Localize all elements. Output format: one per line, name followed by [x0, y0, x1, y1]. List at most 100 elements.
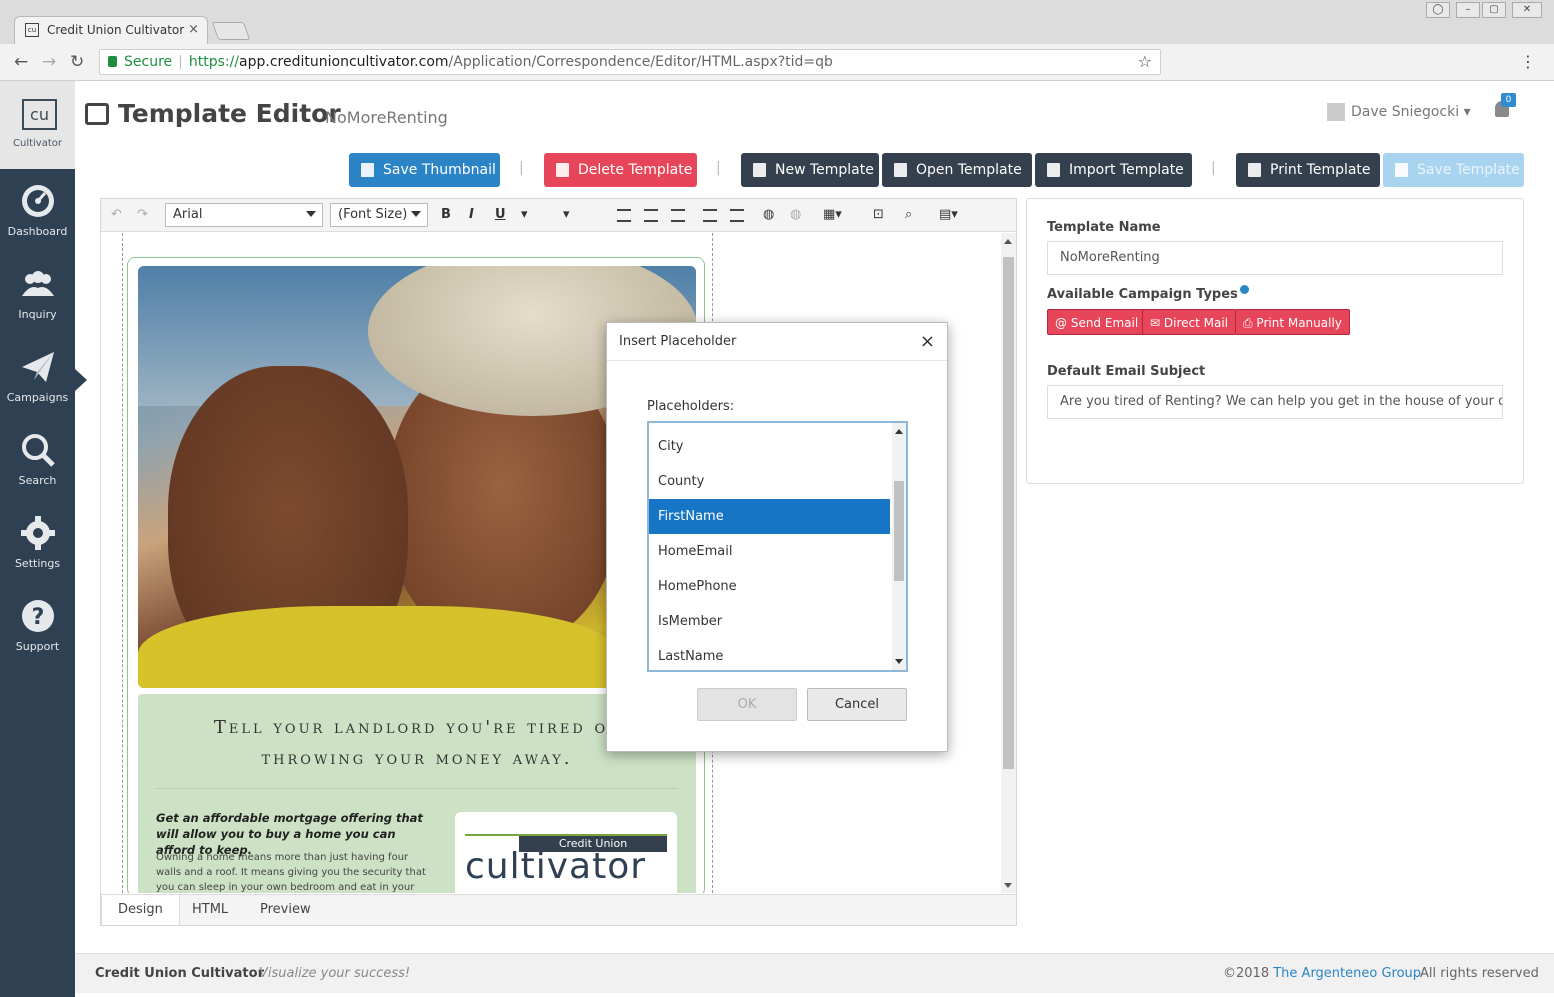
reload-icon[interactable]: ↻: [70, 52, 84, 72]
forward-icon[interactable]: →: [42, 52, 56, 72]
trash-icon: [556, 163, 569, 177]
insert-placeholder-icon[interactable]: ⊡: [873, 207, 884, 222]
bold-button[interactable]: B: [441, 207, 451, 222]
ok-button[interactable]: OK: [697, 688, 797, 721]
bell-icon[interactable]: 0: [1495, 93, 1516, 117]
cancel-button[interactable]: Cancel: [807, 688, 907, 721]
footer-copyright: ©2018 The Argenteneo Group: [1223, 966, 1422, 981]
list-item[interactable]: LastName: [649, 639, 890, 670]
bookmark-star-icon[interactable]: ☆: [1138, 50, 1152, 74]
list-item[interactable]: County: [649, 464, 890, 499]
company-link[interactable]: The Argenteneo Group: [1273, 966, 1421, 981]
notification-badge: 0: [1501, 93, 1516, 107]
new-tab-button[interactable]: [211, 22, 251, 40]
brand[interactable]: cu Cultivator: [0, 81, 75, 169]
direct-mail-button[interactable]: ✉ Direct Mail: [1142, 309, 1236, 335]
redo-icon[interactable]: ↷: [137, 207, 148, 222]
bullet-list-icon[interactable]: [703, 209, 717, 222]
snippets-icon[interactable]: ▤▾: [939, 207, 958, 222]
sidebar-item-search[interactable]: Search: [0, 432, 75, 512]
new-template-button[interactable]: New Template: [741, 153, 879, 187]
highlight-color-icon[interactable]: ▾: [521, 207, 528, 222]
import-template-button[interactable]: Import Template: [1035, 153, 1192, 187]
list-item[interactable]: HomePhone: [649, 569, 890, 604]
sidebar-item-dashboard[interactable]: Dashboard: [0, 183, 75, 263]
template-properties-panel: Template Name NoMoreRenting Available Ca…: [1026, 198, 1524, 484]
table-icon[interactable]: ▦▾: [823, 207, 842, 222]
search-icon: [21, 434, 55, 467]
scroll-up-icon[interactable]: [1004, 239, 1012, 244]
find-icon[interactable]: ⌕: [905, 207, 912, 222]
close-tab-icon[interactable]: ×: [188, 17, 199, 43]
print-template-button[interactable]: Print Template: [1236, 153, 1380, 187]
save-thumbnail-button[interactable]: Save Thumbnail: [349, 153, 500, 187]
scroll-down-icon[interactable]: [1004, 883, 1012, 888]
sidebar-item-settings[interactable]: Settings: [0, 515, 75, 595]
footer-rights: All rights reserved: [1420, 966, 1539, 981]
page-footer: Credit Union Cultivator Visualize your s…: [75, 953, 1554, 993]
template-name-input[interactable]: NoMoreRenting: [1047, 241, 1503, 275]
send-email-button[interactable]: @ Send Email: [1047, 309, 1147, 335]
placeholder-listbox[interactable]: City County FirstName HomeEmail HomePhon…: [647, 421, 908, 672]
restore-icon[interactable]: ▢: [1482, 2, 1506, 18]
sidebar-item-support[interactable]: ? Support: [0, 598, 75, 678]
toolbar-separator: |: [519, 160, 524, 176]
tab-design[interactable]: Design: [101, 895, 180, 925]
template-name-subtitle: NoMoreRenting: [325, 108, 448, 127]
list-item[interactable]: HomeEmail: [649, 534, 890, 569]
font-size-select[interactable]: (Font Size): [330, 203, 428, 227]
save-template-button[interactable]: Save Template: [1383, 153, 1524, 187]
align-left-icon[interactable]: [617, 209, 631, 222]
profile-icon[interactable]: ◯: [1426, 2, 1450, 18]
italic-button[interactable]: I: [469, 207, 474, 222]
scrollbar-thumb[interactable]: [894, 481, 904, 581]
scrollbar-thumb[interactable]: [1003, 257, 1014, 769]
browser-menu-icon[interactable]: ⋮: [1520, 52, 1536, 71]
sidebar-item-campaigns[interactable]: Campaigns: [0, 349, 87, 429]
dashboard-icon: [21, 185, 54, 217]
browser-tab[interactable]: cu Credit Union Cultivator ×: [14, 16, 208, 44]
user-menu[interactable]: Dave Sniegocki ▾: [1327, 103, 1471, 121]
footer-tagline: Visualize your success!: [259, 966, 411, 981]
email-subject-input[interactable]: Are you tired of Renting? We can help yo…: [1047, 385, 1503, 419]
align-center-icon[interactable]: [644, 209, 658, 222]
underline-button[interactable]: U: [495, 207, 506, 222]
font-family-select[interactable]: Arial: [165, 203, 323, 227]
unlink-icon[interactable]: ◍: [790, 207, 801, 222]
editor-mode-tabs: Design HTML Preview: [101, 894, 1016, 925]
sidebar-item-inquiry[interactable]: Inquiry: [0, 266, 75, 346]
save-icon: [1395, 163, 1408, 177]
image-icon: [361, 163, 374, 177]
sidebar: cu Cultivator Dashboard Inquiry Campaign…: [0, 81, 87, 997]
align-right-icon[interactable]: [671, 209, 685, 222]
svg-text:?: ?: [31, 605, 44, 630]
editor-scrollbar[interactable]: [1001, 233, 1016, 893]
toolbar-separator: |: [716, 160, 721, 176]
info-icon[interactable]: [1239, 285, 1249, 294]
minimize-icon[interactable]: –: [1456, 2, 1480, 18]
list-item-selected[interactable]: FirstName: [649, 499, 890, 534]
tab-html[interactable]: HTML: [176, 895, 244, 925]
back-icon[interactable]: ←: [14, 52, 28, 72]
close-icon[interactable]: ×: [920, 323, 935, 361]
undo-icon[interactable]: ↶: [111, 207, 122, 222]
numbered-list-icon[interactable]: [730, 209, 744, 222]
list-item[interactable]: City: [649, 429, 890, 464]
secure-label: Secure: [124, 54, 173, 70]
url-bar[interactable]: Secure | https://app.creditunioncultivator…: [99, 49, 1161, 75]
open-template-button[interactable]: Open Template: [882, 153, 1032, 187]
print-icon: [1248, 163, 1261, 177]
delete-template-button[interactable]: Delete Template: [544, 153, 697, 187]
close-window-icon[interactable]: ✕: [1512, 2, 1542, 18]
tab-preview[interactable]: Preview: [244, 895, 327, 925]
link-icon[interactable]: ◍: [763, 207, 774, 222]
scroll-up-icon[interactable]: [895, 429, 903, 434]
dialog-title: Insert Placeholder: [619, 334, 737, 349]
print-manually-button[interactable]: ⎙ Print Manually: [1235, 309, 1350, 335]
list-item[interactable]: IsMember: [649, 604, 890, 639]
sidebar-item-label: Inquiry: [18, 308, 57, 321]
font-color-icon[interactable]: ▾: [563, 207, 570, 222]
file-icon: [753, 163, 766, 177]
listbox-scrollbar[interactable]: [892, 423, 906, 670]
scroll-down-icon[interactable]: [895, 659, 903, 664]
